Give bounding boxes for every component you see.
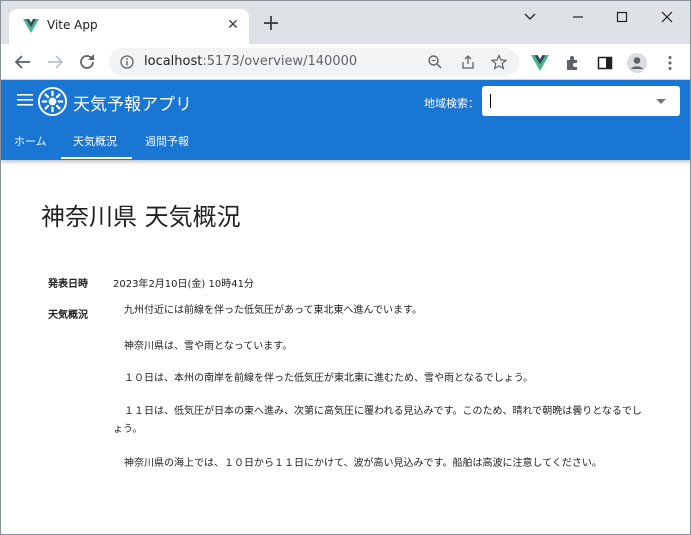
- profile-avatar-icon[interactable]: [626, 52, 648, 74]
- site-info-icon[interactable]: [120, 55, 134, 69]
- new-tab-button[interactable]: +: [259, 13, 283, 37]
- browser-menu-icon[interactable]: [661, 54, 679, 72]
- share-icon[interactable]: [460, 54, 476, 70]
- tab-search-chevron-icon[interactable]: [520, 9, 540, 25]
- summary-paragraph: 神奈川県の海上では、１０日から１１日にかけて、波が高い見込みです。船舶は高波に注…: [124, 458, 602, 469]
- page-title: 神奈川県 天気概況: [41, 203, 241, 231]
- summary-paragraph: １１日は、低気圧が日本の東へ進み、次第に高気圧に覆われる見込みです。このため、晴…: [113, 406, 642, 435]
- bookmark-star-icon[interactable]: [491, 54, 507, 70]
- extensions-puzzle-icon[interactable]: [564, 54, 582, 72]
- active-tab-indicator: [61, 157, 132, 159]
- close-tab-icon[interactable]: ✕: [225, 17, 241, 33]
- region-search-label: 地域検索：: [424, 97, 479, 110]
- tab-weekly-forecast[interactable]: 週間予報: [145, 133, 189, 149]
- reload-icon[interactable]: [75, 50, 99, 74]
- published-label: 発表日時: [48, 279, 88, 290]
- browser-window: Vite App ✕ + localhost:5173/overview/140…: [0, 0, 691, 535]
- tab-overview[interactable]: 天気概況: [73, 133, 117, 149]
- weather-app-logo-icon: [37, 86, 68, 117]
- text-caret: [490, 94, 491, 108]
- dropdown-arrow-icon[interactable]: [656, 99, 666, 104]
- minimize-icon[interactable]: [568, 9, 588, 25]
- tab-strip: Vite App ✕ +: [1, 1, 690, 44]
- tab-title: Vite App: [47, 18, 98, 32]
- back-arrow-icon[interactable]: [11, 50, 35, 74]
- summary-paragraph: １０日は、本州の南岸を前線を伴った低気圧が東北東に進むため、雪や雨となるでしょう…: [124, 373, 534, 384]
- maximize-icon[interactable]: [612, 9, 632, 25]
- side-panel-icon[interactable]: [596, 54, 614, 72]
- region-search-select[interactable]: [482, 86, 680, 116]
- summary-paragraph: 神奈川県は、雪や雨となっています。: [124, 341, 293, 352]
- browser-tab[interactable]: Vite App ✕: [9, 9, 249, 44]
- forward-arrow-icon[interactable]: [43, 50, 67, 74]
- tab-home[interactable]: ホーム: [14, 133, 47, 149]
- address-bar[interactable]: localhost:5173/overview/140000: [109, 48, 519, 76]
- published-value: 2023年2月10日(金) 10時41分: [113, 279, 254, 290]
- summary-label: 天気概況: [48, 310, 88, 321]
- zoom-icon[interactable]: [427, 54, 443, 70]
- nav-tabs: ホーム 天気概況 週間予報: [1, 122, 690, 160]
- browser-toolbar: localhost:5173/overview/140000: [1, 44, 690, 80]
- close-window-icon[interactable]: [657, 9, 677, 25]
- url-text[interactable]: localhost:5173/overview/140000: [144, 54, 357, 69]
- menu-icon[interactable]: [17, 94, 33, 106]
- app-bar: 天気予報アプリ 地域検索： ホーム 天気概況 週間予報: [1, 80, 690, 160]
- vue-logo-icon: [23, 19, 39, 33]
- vue-devtools-icon[interactable]: [531, 54, 549, 72]
- app-title: 天気予報アプリ: [73, 95, 192, 115]
- summary-paragraph: 九州付近には前線を伴った低気圧があって東北東へ進んでいます。: [124, 305, 422, 316]
